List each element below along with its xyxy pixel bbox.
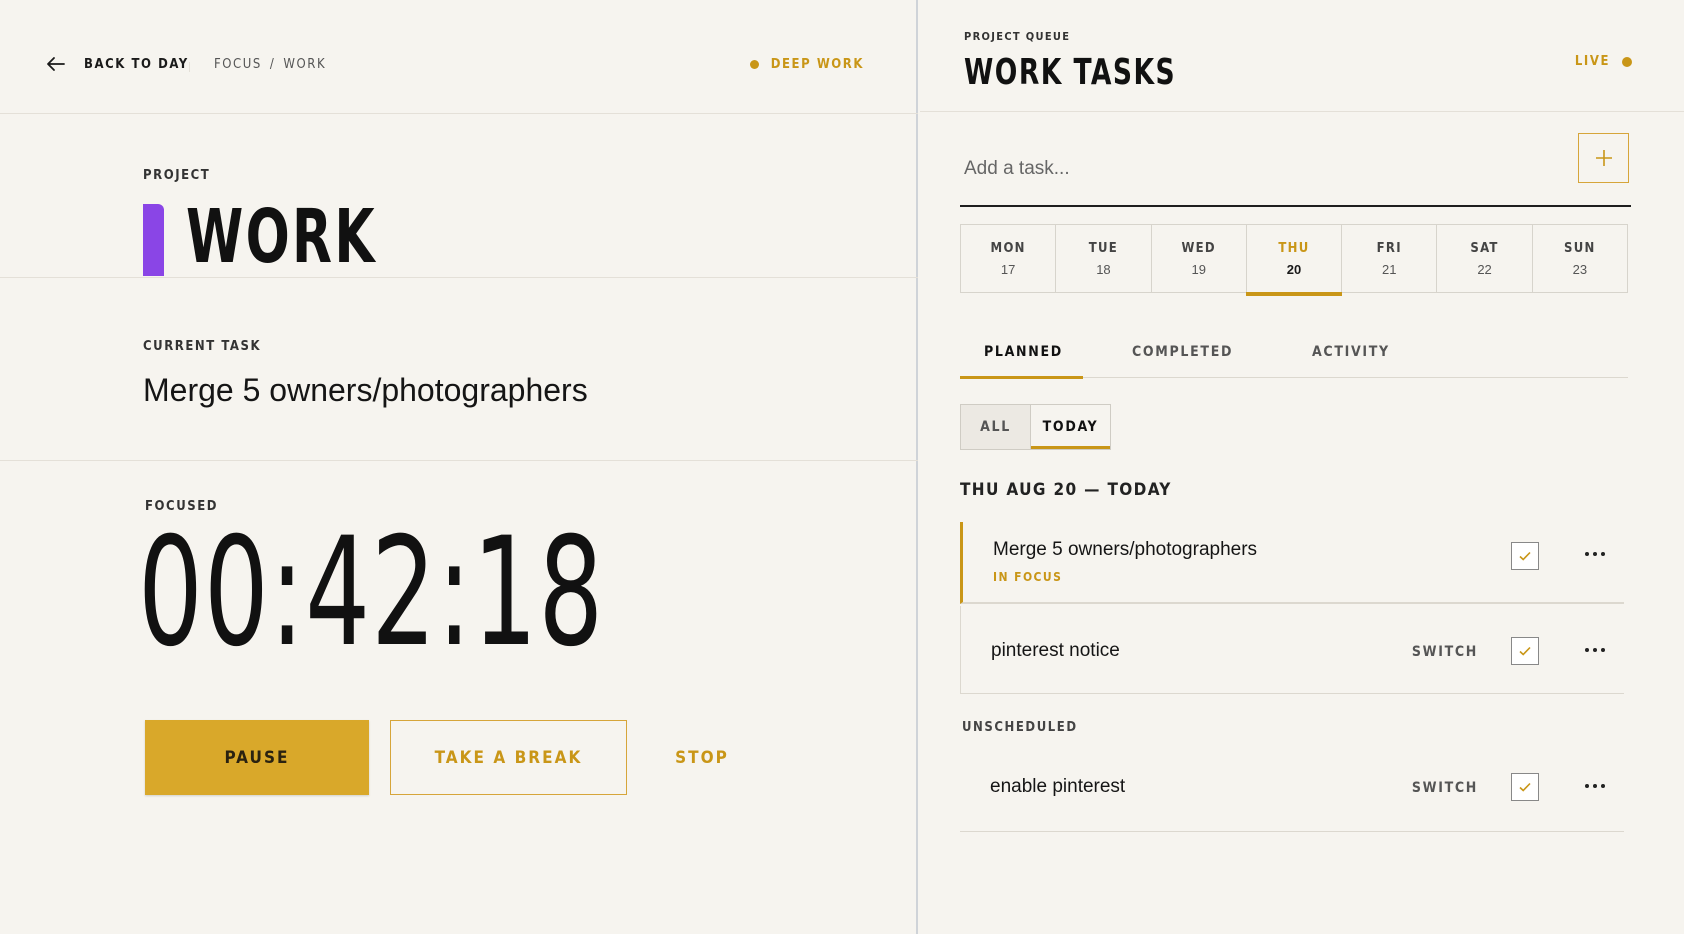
date-heading: THU AUG 20 — TODAY [960, 480, 1172, 500]
breadcrumb-focus[interactable]: FOCUS [214, 57, 262, 72]
focus-panel: BACK TO DAY FOCUS / WORK DEEP WORK PROJE… [0, 0, 918, 934]
day-date: 21 [1382, 261, 1397, 277]
switch-task-button[interactable]: SWITCH [1412, 644, 1478, 660]
day-name: THU [1278, 240, 1310, 256]
stop-button[interactable]: STOP [666, 740, 738, 776]
active-tab-indicator [960, 376, 1083, 379]
check-icon [1519, 782, 1531, 792]
task-title: enable pinterest [990, 776, 1126, 797]
divider [0, 460, 918, 461]
day-name: TUE [1088, 240, 1119, 256]
task-tabs: PLANNED COMPLETED ACTIVITY [960, 336, 1628, 379]
day-name: SAT [1470, 240, 1499, 256]
day-name: SUN [1564, 240, 1596, 256]
day-fri[interactable]: FRI 21 [1342, 225, 1438, 292]
task-row[interactable]: pinterest notice SWITCH [960, 606, 1624, 694]
take-a-break-button[interactable]: TAKE A BREAK [390, 720, 627, 795]
task-filter-toggle: ALL TODAY [960, 404, 1111, 450]
live-label: LIVE [1574, 54, 1610, 69]
day-tue[interactable]: TUE 18 [1056, 225, 1152, 292]
back-to-day-button[interactable]: BACK TO DAY [44, 52, 189, 76]
breadcrumb-divider [189, 62, 190, 72]
task-complete-checkbox[interactable] [1511, 773, 1539, 801]
plus-icon [1595, 150, 1612, 166]
project-label: PROJECT [143, 168, 211, 183]
day-sun[interactable]: SUN 23 [1533, 225, 1627, 292]
more-options-icon[interactable] [1580, 640, 1610, 660]
tab-completed[interactable]: COMPLETED [1132, 344, 1233, 360]
queue-title: WORK TASKS [964, 52, 1177, 93]
pause-button[interactable]: PAUSE [145, 720, 369, 795]
live-indicator: LIVE [1575, 54, 1632, 69]
back-to-day-label: BACK TO DAY [84, 56, 189, 72]
tab-planned[interactable]: PLANNED [984, 344, 1063, 360]
task-complete-checkbox[interactable] [1511, 542, 1539, 570]
live-dot-icon [1622, 56, 1632, 67]
task-queue-panel: PROJECT QUEUE WORK TASKS LIVE MON 17 TUE 1… [920, 0, 1684, 934]
mode-label: DEEP WORK [770, 57, 864, 72]
day-date: 19 [1191, 261, 1206, 277]
task-row[interactable]: Merge 5 owners/photographers IN FOCUS [960, 522, 1624, 604]
task-row[interactable]: enable pinterest SWITCH [960, 748, 1624, 832]
filter-today-button[interactable]: TODAY [1031, 405, 1110, 449]
check-icon [1519, 551, 1531, 561]
task-title: Merge 5 owners/photographers [993, 539, 1258, 560]
day-date: 18 [1096, 261, 1111, 277]
more-options-icon[interactable] [1580, 544, 1610, 564]
unscheduled-label: UNSCHEDULED [962, 720, 1078, 735]
breadcrumb-work: WORK [283, 57, 327, 72]
current-task-title: Merge 5 owners/photographers [143, 372, 588, 408]
add-task-underline [960, 205, 1631, 207]
focus-timer: 00:42:18 [138, 506, 605, 680]
day-sat[interactable]: SAT 22 [1437, 225, 1533, 292]
day-date: 22 [1477, 261, 1492, 277]
in-focus-badge: IN FOCUS [993, 570, 1063, 584]
add-task-button[interactable] [1578, 133, 1629, 183]
day-date: 17 [1000, 261, 1016, 277]
week-day-selector: MON 17 TUE 18 WED 19 THU 20 FRI 21 SAT 22 SUN 2… [960, 224, 1628, 296]
day-name: WED [1181, 240, 1216, 256]
filter-all-button[interactable]: ALL [961, 405, 1031, 449]
switch-task-button[interactable]: SWITCH [1412, 780, 1478, 796]
divider [0, 113, 918, 114]
more-options-icon[interactable] [1580, 776, 1610, 796]
check-icon [1519, 646, 1531, 656]
arrow-left-icon [47, 57, 65, 71]
day-wed[interactable]: WED 19 [1152, 225, 1247, 292]
project-title: WORK [186, 194, 377, 280]
task-complete-checkbox[interactable] [1511, 637, 1539, 665]
divider [920, 111, 1684, 112]
day-name: FRI [1376, 240, 1402, 256]
status-dot-icon [749, 60, 759, 69]
add-task-input[interactable] [960, 133, 1551, 205]
tab-activity[interactable]: ACTIVITY [1312, 344, 1390, 360]
day-thu[interactable]: THU 20 [1245, 225, 1343, 296]
mode-indicator: DEEP WORK [749, 57, 864, 72]
focus-topbar: BACK TO DAY FOCUS / WORK DEEP WORK [0, 0, 918, 113]
breadcrumb-separator: / [269, 57, 276, 72]
day-date: 20 [1286, 261, 1302, 277]
day-name: MON [990, 240, 1026, 256]
current-task-label: CURRENT TASK [143, 339, 262, 354]
project-queue-label: PROJECT QUEUE [964, 30, 1071, 43]
project-color-swatch [143, 204, 164, 276]
divider [0, 277, 918, 278]
breadcrumb: FOCUS / WORK [214, 57, 326, 72]
day-mon[interactable]: MON 17 [961, 225, 1057, 292]
task-title: pinterest notice [991, 640, 1120, 661]
day-date: 23 [1572, 261, 1588, 277]
